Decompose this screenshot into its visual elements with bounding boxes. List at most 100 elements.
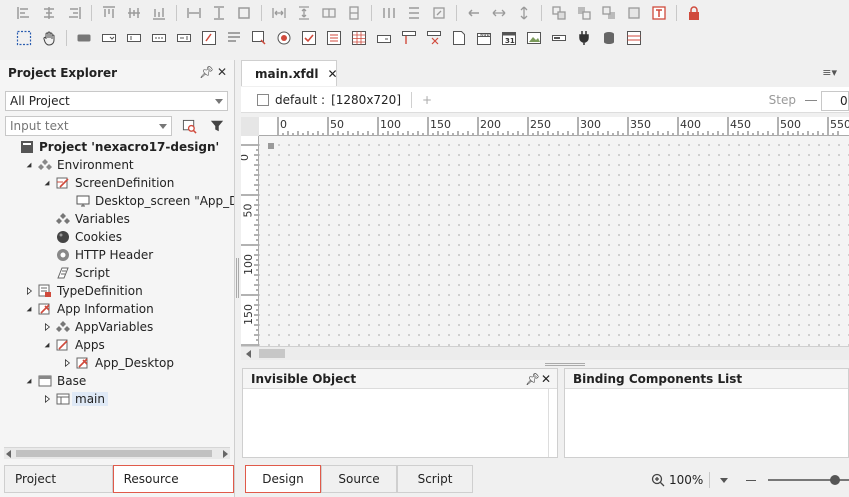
calendar-component-icon[interactable]: 31: [501, 30, 517, 46]
listview-component-icon[interactable]: [626, 30, 642, 46]
same-height-icon[interactable]: [211, 5, 227, 21]
splitter-grip[interactable]: [545, 363, 585, 366]
pin-icon[interactable]: 📌︎: [199, 65, 214, 79]
scroll-thumb[interactable]: [16, 450, 212, 457]
find-icon[interactable]: [180, 117, 198, 135]
zoom-value[interactable]: 100%: [669, 473, 703, 487]
tab-list-icon[interactable]: ≡▾: [822, 66, 837, 79]
filter-icon[interactable]: [208, 117, 226, 135]
align-top-icon[interactable]: [101, 5, 117, 21]
order-icon[interactable]: [626, 5, 642, 21]
hand-tool-icon[interactable]: [41, 30, 57, 46]
text-tool-icon[interactable]: [651, 5, 667, 21]
zoom-slider[interactable]: [768, 475, 849, 485]
scroll-left-icon[interactable]: [6, 450, 11, 458]
center-horizontal-icon[interactable]: [321, 5, 337, 21]
scroll-thumb[interactable]: [259, 349, 285, 358]
panel-splitter[interactable]: [548, 389, 558, 457]
expanded-icon[interactable]: [24, 160, 34, 170]
document-tab-main[interactable]: main.xfdl ✕: [241, 60, 338, 86]
maskedit-component-icon[interactable]: [151, 30, 167, 46]
same-size-icon[interactable]: [236, 5, 252, 21]
tree-node[interactable]: HTTP Header: [42, 246, 153, 264]
bring-front-icon[interactable]: [576, 5, 592, 21]
zoom-slider-knob[interactable]: [830, 475, 841, 485]
tab-project-explorer[interactable]: Project Explorer: [4, 465, 113, 493]
panel-splitter[interactable]: [236, 258, 239, 298]
tree-horizontal-scrollbar[interactable]: [4, 447, 230, 459]
tree-node[interactable]: Environment: [24, 156, 134, 174]
chevron-down-icon[interactable]: [159, 124, 167, 129]
listbox-component-icon[interactable]: [326, 30, 342, 46]
tab-source[interactable]: Source: [321, 465, 397, 493]
chevron-down-icon[interactable]: [720, 477, 729, 483]
collapsed-icon[interactable]: [62, 358, 72, 368]
grid-component-icon[interactable]: [351, 30, 367, 46]
static-component-icon[interactable]: [226, 30, 242, 46]
webbrowser-component-icon[interactable]: www: [476, 30, 492, 46]
collapsed-icon[interactable]: [42, 394, 52, 404]
expanded-icon[interactable]: [42, 340, 52, 350]
tree-node[interactable]: App_Desktop: [62, 354, 174, 372]
align-center-icon[interactable]: [41, 5, 57, 21]
space-vertical-icon[interactable]: [296, 5, 312, 21]
plugin-component-icon[interactable]: [576, 30, 592, 46]
collapsed-icon[interactable]: [24, 286, 34, 296]
tree-node[interactable]: Cookies: [42, 228, 122, 246]
expanded-icon[interactable]: [24, 304, 34, 314]
checkbox-component-icon[interactable]: [301, 30, 317, 46]
tree-node[interactable]: App Information: [24, 300, 154, 318]
step-decrease-icon[interactable]: [805, 100, 817, 101]
tree-node[interactable]: Base: [24, 372, 86, 390]
canvas-horizontal-scrollbar[interactable]: [241, 346, 849, 360]
same-width-icon[interactable]: [186, 5, 202, 21]
close-icon[interactable]: ✕: [541, 369, 551, 389]
collapsed-icon[interactable]: [42, 322, 52, 332]
tree-node[interactable]: ScreenDefinition: [42, 174, 174, 192]
move-horizontal-icon[interactable]: [491, 5, 507, 21]
resize-icon[interactable]: [431, 5, 447, 21]
tree-node[interactable]: Variables: [42, 210, 130, 228]
align-right-icon[interactable]: [66, 5, 82, 21]
textarea-component-icon[interactable]: [201, 30, 217, 46]
align-bottom-icon[interactable]: [151, 5, 167, 21]
zoom-out-icon[interactable]: [746, 479, 757, 481]
move-left-icon[interactable]: [466, 5, 482, 21]
scroll-left-icon[interactable]: [246, 350, 251, 358]
tab-component-icon[interactable]: [376, 30, 392, 46]
div-component-icon[interactable]: [451, 30, 467, 46]
combo-component-icon[interactable]: [101, 30, 117, 46]
equal-spacing-h-icon[interactable]: [381, 5, 397, 21]
tab-design[interactable]: Design: [245, 465, 321, 493]
scroll-right-icon[interactable]: [223, 450, 228, 458]
group-icon[interactable]: [551, 5, 567, 21]
design-canvas[interactable]: [259, 136, 849, 346]
add-screen-button[interactable]: +: [422, 93, 432, 107]
tab-resource-explorer[interactable]: Resource Explorer: [112, 465, 234, 493]
space-horizontal-icon[interactable]: [271, 5, 287, 21]
tree-node[interactable]: Script: [42, 264, 110, 282]
move-vertical-icon[interactable]: [516, 5, 532, 21]
tree-node[interactable]: Project 'nexacro17-design': [6, 138, 219, 156]
imageviewer-component-icon[interactable]: [251, 30, 267, 46]
tree-node[interactable]: TypeDefinition: [24, 282, 143, 300]
close-icon[interactable]: ✕: [217, 65, 227, 79]
menu-component-icon[interactable]: [401, 30, 417, 46]
align-middle-icon[interactable]: [126, 5, 142, 21]
screen-size[interactable]: [1280x720]: [331, 93, 401, 107]
tree-node[interactable]: AppVariables: [42, 318, 153, 336]
project-scope-select[interactable]: All Project: [5, 91, 228, 111]
select-tool-icon[interactable]: [16, 30, 32, 46]
tree-node[interactable]: main: [42, 390, 108, 408]
send-back-icon[interactable]: [601, 5, 617, 21]
popupmenu-component-icon[interactable]: [426, 30, 442, 46]
edit-component-icon[interactable]: [126, 30, 142, 46]
radio-component-icon[interactable]: [276, 30, 292, 46]
form-origin-handle[interactable]: [268, 143, 274, 149]
screen-label[interactable]: default :: [275, 93, 325, 107]
equal-spacing-v-icon[interactable]: [406, 5, 422, 21]
image-component-icon[interactable]: [526, 30, 542, 46]
lock-icon[interactable]: [686, 5, 702, 21]
close-icon[interactable]: ✕: [327, 67, 337, 81]
step-input[interactable]: 0: [821, 91, 849, 111]
